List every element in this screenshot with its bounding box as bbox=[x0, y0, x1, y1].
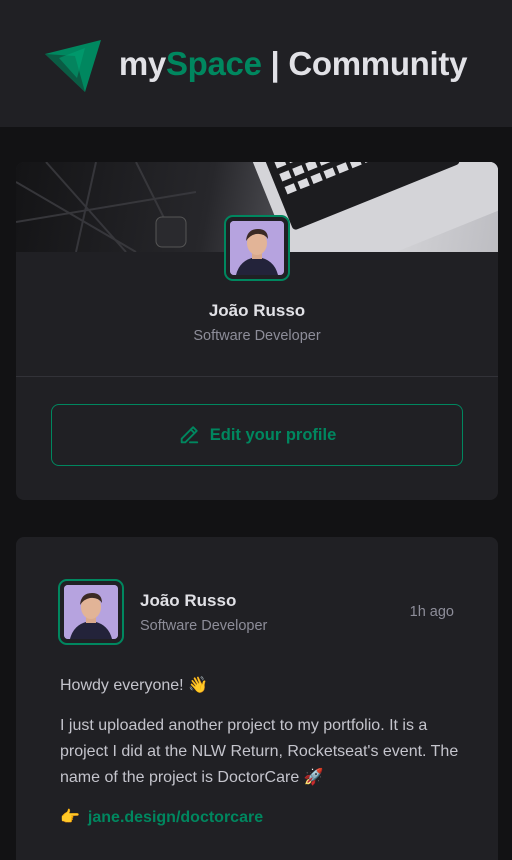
profile-avatar[interactable] bbox=[224, 215, 290, 281]
person-portrait-icon bbox=[230, 221, 284, 275]
post-link-line: 👉 jane.design/doctorcare bbox=[60, 805, 460, 831]
post-author-name[interactable]: João Russo bbox=[140, 591, 236, 611]
post-author-avatar[interactable] bbox=[58, 579, 124, 645]
post-timestamp: 1h ago bbox=[409, 604, 454, 620]
avatar-image bbox=[230, 221, 284, 275]
brand-accent: Space bbox=[165, 44, 262, 82]
profile-card: João Russo Software Developer Edit your … bbox=[16, 162, 498, 500]
post-paragraph: I just uploaded another project to my po… bbox=[60, 713, 460, 791]
post-link[interactable]: jane.design/doctorcare bbox=[88, 805, 263, 831]
edit-profile-label: Edit your profile bbox=[209, 425, 337, 444]
person-portrait-icon bbox=[64, 585, 118, 639]
post-body-text: I just uploaded another project to my po… bbox=[60, 717, 459, 786]
post-content: Howdy everyone! 👋 I just uploaded anothe… bbox=[60, 673, 460, 845]
post-author-role: Software Developer bbox=[140, 618, 268, 634]
post-card: João Russo Software Developer 1h ago How… bbox=[16, 537, 498, 860]
wave-icon: 👋 bbox=[188, 677, 208, 694]
brand-prefix: my bbox=[118, 44, 166, 82]
profile-role: Software Developer bbox=[193, 328, 321, 344]
app-header: mySpace | Community bbox=[0, 0, 512, 127]
pointing-hand-icon: 👉 bbox=[60, 809, 80, 826]
greeting-text: Howdy everyone! bbox=[60, 677, 184, 694]
logo-icon bbox=[44, 39, 101, 92]
rocket-icon: 🚀 bbox=[303, 769, 324, 786]
pencil-icon bbox=[180, 426, 198, 444]
profile-name: João Russo bbox=[208, 301, 306, 320]
edit-profile-button[interactable]: Edit your profile bbox=[51, 404, 463, 466]
app-title: mySpace | Community bbox=[118, 44, 468, 83]
brand-suffix: | Community bbox=[261, 44, 468, 82]
avatar-image bbox=[64, 585, 118, 639]
divider bbox=[16, 376, 498, 377]
post-greeting: Howdy everyone! 👋 bbox=[60, 673, 460, 699]
